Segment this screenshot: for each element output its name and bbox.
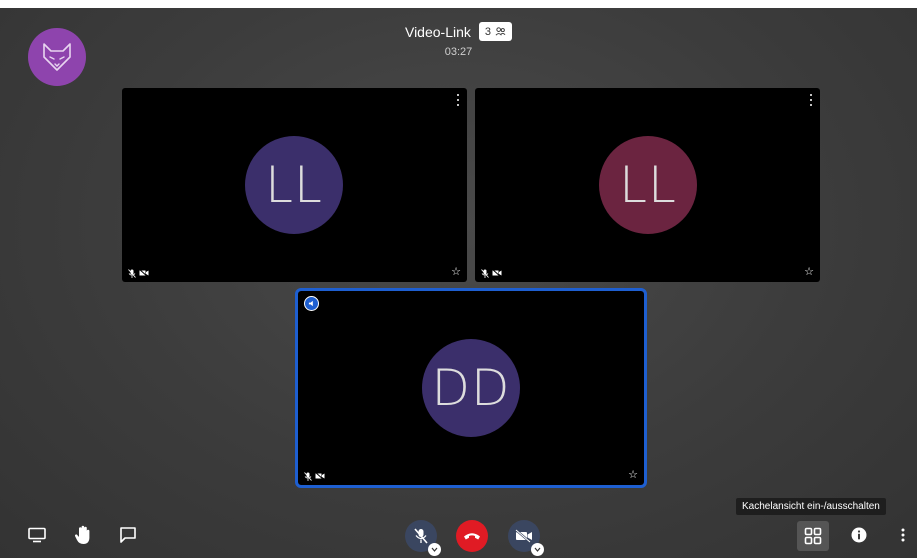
avatar-initials: LL: [265, 156, 323, 214]
hangup-button[interactable]: [456, 520, 488, 552]
conference-header: Video-Link 3 03:27: [0, 22, 917, 58]
tile-view-toggle-button[interactable]: [797, 521, 829, 551]
participant-avatar: LL: [599, 136, 697, 234]
mic-muted-icon: [304, 472, 312, 481]
participant-tile-2[interactable]: LL ☆: [475, 88, 820, 282]
participant-tile-3[interactable]: DD ☆: [295, 288, 647, 488]
mic-muted-icon: [128, 269, 136, 278]
pin-star-icon[interactable]: ☆: [451, 265, 461, 278]
screen-share-icon: [28, 527, 46, 543]
tile-status-icons: [304, 472, 325, 481]
participant-tile-1[interactable]: LL ☆: [122, 88, 467, 282]
conference-title: Video-Link: [404, 23, 471, 40]
more-options-button[interactable]: [900, 527, 906, 543]
avatar-initials: LL: [619, 156, 677, 214]
pin-star-icon[interactable]: ☆: [804, 265, 814, 278]
camera-toggle-button[interactable]: [508, 520, 544, 556]
camera-off-icon: [492, 269, 502, 277]
participant-count: 3: [484, 25, 492, 38]
pin-star-icon[interactable]: ☆: [628, 468, 638, 481]
participant-count-button[interactable]: 3: [478, 22, 513, 41]
microphone-options-chevron-icon[interactable]: [428, 543, 441, 556]
chat-icon: [120, 527, 136, 543]
tile-status-icons: [481, 269, 502, 278]
camera-off-icon: [139, 269, 149, 277]
more-vertical-icon: [901, 528, 905, 542]
conference-timer: 03:27: [444, 45, 473, 58]
chat-button[interactable]: [119, 526, 137, 544]
camera-options-chevron-icon[interactable]: [531, 543, 544, 556]
mic-muted-icon: [481, 269, 489, 278]
avatar-initials: DD: [431, 359, 511, 417]
hangup-phone-icon: [464, 533, 480, 540]
microphone-muted-icon: [414, 528, 428, 544]
participant-avatar: DD: [422, 339, 520, 437]
tile-menu-icon[interactable]: [808, 94, 814, 106]
dominant-speaker-icon: [304, 296, 319, 311]
tile-menu-icon[interactable]: [455, 94, 461, 106]
tile-grid-icon: [804, 527, 822, 545]
screen-share-button[interactable]: [28, 527, 46, 543]
camera-off-icon: [315, 472, 325, 480]
camera-off-icon: [515, 529, 532, 543]
participant-avatar: LL: [245, 136, 343, 234]
top-edge: [0, 0, 917, 8]
microphone-toggle-button[interactable]: [405, 520, 441, 556]
tile-status-icons: [128, 269, 149, 278]
tile-view-tooltip: Kachelansicht ein-/ausschalten: [736, 498, 886, 515]
info-icon: [851, 527, 867, 543]
participants-icon: [495, 27, 506, 36]
raise-hand-icon: [74, 525, 90, 544]
raise-hand-button[interactable]: [73, 524, 93, 546]
info-button[interactable]: [851, 527, 867, 543]
